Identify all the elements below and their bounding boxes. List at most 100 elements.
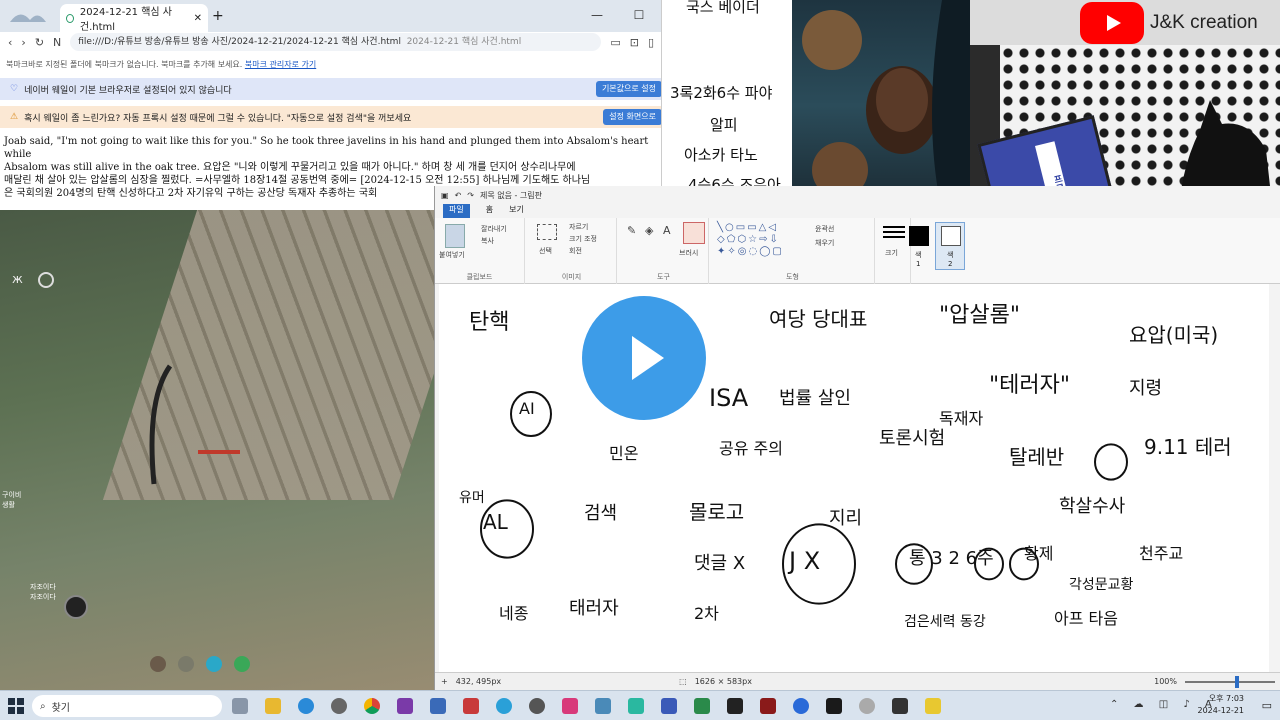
clock-date: 2024-12-21 bbox=[1197, 706, 1245, 715]
browser-tab[interactable]: 2024-12-21 핵심 사건.html ✕ bbox=[60, 4, 208, 33]
taskview-icon[interactable] bbox=[232, 698, 248, 714]
start-icon[interactable] bbox=[8, 698, 24, 714]
app-icon[interactable] bbox=[661, 698, 677, 714]
crop-button[interactable]: 자르기 bbox=[569, 222, 588, 232]
butterfly-icon: ж bbox=[12, 272, 23, 286]
app-icon[interactable] bbox=[760, 698, 776, 714]
resize-button[interactable]: 크기 조정 bbox=[569, 234, 597, 244]
handwriting-word: 황제 bbox=[1024, 544, 1053, 563]
tab-view[interactable]: 보기 bbox=[509, 204, 524, 218]
store-icon[interactable] bbox=[430, 698, 446, 714]
handwriting-word: 지리 bbox=[829, 508, 862, 529]
app-icon[interactable] bbox=[859, 698, 875, 714]
fill-icon[interactable]: ◈ bbox=[645, 224, 653, 237]
note-line: 알피 bbox=[710, 116, 738, 134]
handwriting-word: 탈레반 bbox=[1009, 445, 1064, 469]
handwriting-word: 천주교 bbox=[1139, 544, 1183, 563]
settings-icon[interactable] bbox=[331, 698, 347, 714]
telegram-icon[interactable] bbox=[496, 698, 512, 714]
tab-home[interactable]: 홈 bbox=[486, 204, 493, 218]
whale-icon[interactable] bbox=[595, 698, 611, 714]
zoom-icon[interactable] bbox=[793, 698, 809, 714]
note-line: 국스 베이더 bbox=[686, 0, 760, 16]
rotate-button[interactable]: 회전 bbox=[569, 246, 582, 256]
app-icon[interactable] bbox=[463, 698, 479, 714]
note-line: 3록2화6수 파야 bbox=[670, 84, 773, 102]
fill-button[interactable]: 채우기 bbox=[815, 238, 834, 248]
zoom-slider[interactable] bbox=[1185, 675, 1275, 688]
paint-canvas[interactable]: 탄핵 여당 당대표 "압살롬" 요압(미국) AI ISA 법률 살인 독재자 "테러자" 지령 공… bbox=[439, 284, 1269, 672]
app-icon[interactable] bbox=[892, 698, 908, 714]
app-icon[interactable] bbox=[529, 698, 545, 714]
page-line: Absalom was still alive in the oak tree.… bbox=[4, 162, 576, 173]
save-icon[interactable]: ▣ bbox=[441, 191, 449, 200]
size-button[interactable]: 크기 bbox=[885, 248, 898, 258]
clock[interactable]: 오후 7:03 2024-12-21 bbox=[1198, 693, 1245, 717]
url-field[interactable]: file:///D:/유튜브 방송/유튜브 방송 사진/2024-12-21/2… bbox=[70, 33, 602, 51]
handwriting-word: 태러자 bbox=[569, 598, 619, 619]
handwriting-word: 아프 타음 bbox=[1054, 609, 1118, 628]
cut-button[interactable]: 잘라내기 bbox=[481, 224, 507, 234]
handwriting-word: ISA bbox=[709, 384, 749, 412]
tab-favicon-icon bbox=[66, 13, 74, 23]
outline-button[interactable]: 윤곽선 bbox=[815, 224, 834, 234]
paint-ribbon: 붙여넣기 잘라내기 복사 클립보드 선택 자르기 크기 조정 회전 이미지 ✎ … bbox=[435, 218, 1280, 284]
app-icon[interactable] bbox=[925, 698, 941, 714]
edge-icon[interactable] bbox=[298, 698, 314, 714]
back-icon[interactable]: ‹ bbox=[8, 36, 12, 49]
handwriting-word: 탄핵 bbox=[469, 310, 509, 335]
chrome-icon[interactable] bbox=[364, 698, 380, 714]
notification-icon[interactable]: ▭ bbox=[1262, 699, 1272, 712]
select-button[interactable]: 선택 bbox=[539, 246, 552, 256]
maximize-button[interactable]: ☐ bbox=[620, 0, 658, 30]
forward-icon[interactable]: › bbox=[21, 36, 25, 49]
handwriting-circle bbox=[1094, 443, 1128, 481]
paint-window: ▣ ↶ ↷ 제목 없음 - 그림판 파일 홈 보기 붙여넣기 잘라내기 복사 클… bbox=[434, 186, 1280, 690]
paint-statusbar: + 432, 495px ⬚ 1626 × 583px 100% bbox=[435, 672, 1280, 690]
app-icon[interactable] bbox=[694, 698, 710, 714]
image-group: 선택 자르기 크기 조정 회전 이미지 bbox=[527, 218, 617, 284]
clipboard-group: 붙여넣기 잘라내기 복사 클립보드 bbox=[435, 218, 525, 284]
color2-swatch[interactable] bbox=[941, 226, 961, 246]
taskbar-search[interactable]: ⌕ 찾기 bbox=[32, 695, 222, 717]
undo-icon[interactable]: ↶ bbox=[455, 191, 462, 200]
new-tab-button[interactable]: + bbox=[212, 8, 224, 24]
handwriting-layer: 탄핵 여당 당대표 "압살롬" 요압(미국) AI ISA 법률 살인독재자 "테러자" 지령공… bbox=[459, 303, 1232, 630]
explorer-icon[interactable] bbox=[265, 698, 281, 714]
color1-label: 색 1 bbox=[915, 251, 922, 268]
handwriting-word: 지령 bbox=[1129, 378, 1162, 399]
handwriting-word: 여당 당대표 bbox=[769, 307, 867, 331]
app-icon[interactable] bbox=[562, 698, 578, 714]
tab-file[interactable]: 파일 bbox=[443, 204, 470, 218]
app-icon[interactable] bbox=[826, 698, 842, 714]
refresh-icon[interactable]: ↻ bbox=[35, 36, 44, 49]
paste-button[interactable]: 붙여넣기 bbox=[439, 250, 465, 260]
handwriting-word: 9.11 테러 bbox=[1144, 435, 1232, 459]
search-label: 찾기 bbox=[51, 702, 71, 714]
copy-button[interactable]: 복사 bbox=[481, 236, 494, 246]
handwriting-word: 네종 bbox=[499, 604, 528, 623]
home-icon[interactable]: N bbox=[53, 36, 61, 49]
play-circle bbox=[582, 296, 706, 420]
handwriting-word: 공유 주의 bbox=[719, 439, 783, 458]
sidebar-icon[interactable]: ▯ bbox=[648, 36, 654, 49]
redo-icon[interactable]: ↷ bbox=[467, 191, 474, 200]
app-icon[interactable] bbox=[628, 698, 644, 714]
handwriting-word: AI bbox=[519, 399, 535, 418]
settings-button[interactable]: 설정 화면으로 bbox=[603, 109, 661, 125]
minimize-button[interactable]: — bbox=[578, 0, 616, 30]
search-icon: ⌕ bbox=[40, 700, 46, 712]
pencil-icon[interactable]: ✎ bbox=[627, 224, 636, 237]
capture-icon[interactable]: ⊡ bbox=[630, 36, 639, 49]
play-button[interactable] bbox=[576, 290, 712, 426]
set-default-button[interactable]: 기본값으로 설정 bbox=[595, 81, 661, 97]
cast-icon[interactable]: ▭ bbox=[610, 36, 620, 49]
app-icon[interactable] bbox=[727, 698, 743, 714]
onenote-icon[interactable] bbox=[397, 698, 413, 714]
shapes-gallery-icon[interactable]: ╲○▭▭△◁ ◇⬠⬡☆⇨⇩ ✦✧◎◌◯▢ bbox=[717, 222, 807, 258]
color1-swatch[interactable] bbox=[909, 226, 929, 246]
brush-button[interactable]: 브러시 bbox=[679, 248, 698, 258]
bookmark-manager-link[interactable]: 북마크 관리자로 가기 bbox=[245, 60, 316, 69]
tab-close-icon[interactable]: ✕ bbox=[194, 13, 202, 24]
text-icon[interactable]: A bbox=[663, 224, 671, 237]
